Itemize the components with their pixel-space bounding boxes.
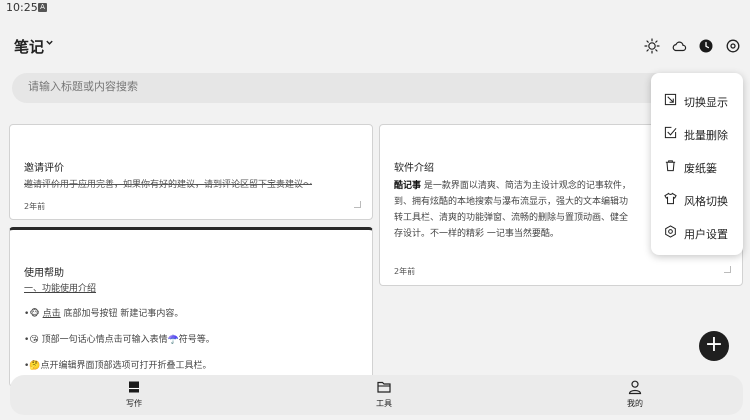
nav-label: 我的 bbox=[627, 399, 643, 408]
note-title: 使用帮助 bbox=[24, 268, 64, 279]
note-title: 邀请评价 bbox=[24, 163, 64, 174]
nav-label: 工具 bbox=[376, 399, 392, 408]
note-title: 软件介绍 bbox=[394, 163, 434, 174]
status-bar: 10:25 A bbox=[0, 0, 750, 16]
help-item: •🐵 点击 底部加号按钮 新建记事内容。 bbox=[24, 309, 184, 319]
thinking-emoji-icon: 🤔 bbox=[29, 361, 41, 371]
menu-item-style-switch[interactable]: 风格切换 bbox=[651, 182, 743, 215]
add-note-button[interactable]: + bbox=[699, 331, 729, 361]
checkbox-icon bbox=[664, 126, 677, 139]
menu-item-trash[interactable]: 废纸篓 bbox=[651, 149, 743, 182]
chevron-down-icon[interactable] bbox=[45, 38, 54, 50]
user-icon bbox=[628, 380, 642, 395]
note-time: 2年前 bbox=[394, 267, 416, 276]
help-item: •😘 顶部一句话心情点击可输入表情☂️符号等。 bbox=[24, 335, 215, 345]
app-bar: 笔记 bbox=[0, 34, 750, 60]
bottom-nav: 写作 工具 我的 bbox=[10, 375, 743, 415]
note-time: 2年前 bbox=[24, 202, 46, 211]
trash-icon bbox=[665, 160, 676, 172]
note-subtitle: 一、功能使用介绍 bbox=[24, 284, 97, 294]
write-icon bbox=[129, 381, 139, 393]
clock-icon[interactable] bbox=[698, 38, 714, 54]
shirt-icon bbox=[664, 192, 677, 205]
search-input[interactable] bbox=[28, 80, 628, 93]
menu-item-label: 废纸篓 bbox=[684, 162, 717, 175]
note-body-line: 是一款界面以清爽、简洁为主设计观念的记事软件， bbox=[423, 181, 631, 191]
note-body-bold: 酷记事 bbox=[394, 181, 422, 191]
help-item-text: 点开编辑界面顶部选项可打开折叠工具栏。 bbox=[40, 361, 212, 371]
help-item-text: 顶部一句话心情点击可输入表情☂️符号等。 bbox=[41, 335, 215, 345]
nav-item-write[interactable]: 写作 bbox=[104, 379, 164, 413]
kiss-emoji-icon: 😘 bbox=[29, 335, 39, 345]
overflow-menu: 切换显示 批量删除 废纸篓 风格切换 用户设置 bbox=[651, 73, 743, 255]
cloud-icon[interactable] bbox=[671, 38, 687, 54]
a-square-icon: A bbox=[38, 3, 47, 12]
menu-item-switch-view[interactable]: 切换显示 bbox=[651, 83, 743, 116]
menu-item-label: 用户设置 bbox=[684, 228, 728, 241]
menu-item-label: 风格切换 bbox=[684, 195, 728, 208]
note-card[interactable]: 邀请评价 邀请评价用于应用完善，如果你有好的建议，请到评论区留下宝贵建议～ 2年… bbox=[9, 124, 373, 220]
settings-icon bbox=[665, 225, 676, 238]
help-link[interactable]: 点击 bbox=[43, 309, 61, 319]
target-icon[interactable] bbox=[725, 38, 741, 54]
resize-corner-icon bbox=[354, 201, 361, 208]
help-item: •🤔点开编辑界面顶部选项可打开折叠工具栏。 bbox=[24, 361, 212, 371]
resize-corner-icon bbox=[724, 266, 731, 273]
menu-item-user-settings[interactable]: 用户设置 bbox=[651, 215, 743, 248]
app-title[interactable]: 笔记 bbox=[14, 36, 44, 57]
nav-label: 写作 bbox=[126, 399, 142, 408]
menu-item-label: 批量删除 bbox=[684, 129, 728, 142]
status-time: 10:25 bbox=[6, 1, 38, 14]
monkey-emoji-icon: 🐵 bbox=[29, 309, 40, 319]
help-item-text: 底部加号按钮 新建记事内容。 bbox=[63, 309, 184, 319]
note-card[interactable]: 使用帮助 一、功能使用介绍 •🐵 点击 底部加号按钮 新建记事内容。 •😘 顶部… bbox=[9, 227, 373, 387]
folder-icon bbox=[377, 381, 391, 393]
brightness-icon[interactable] bbox=[644, 38, 660, 54]
menu-item-label: 切换显示 bbox=[684, 96, 728, 109]
search-bar bbox=[12, 73, 738, 103]
switch-view-icon bbox=[664, 93, 677, 106]
nav-item-mine[interactable]: 我的 bbox=[605, 379, 665, 413]
note-body: 邀请评价用于应用完善，如果你有好的建议，请到评论区留下宝贵建议～ bbox=[24, 180, 313, 190]
nav-item-tools[interactable]: 工具 bbox=[354, 379, 414, 413]
menu-item-batch-delete[interactable]: 批量删除 bbox=[651, 116, 743, 149]
